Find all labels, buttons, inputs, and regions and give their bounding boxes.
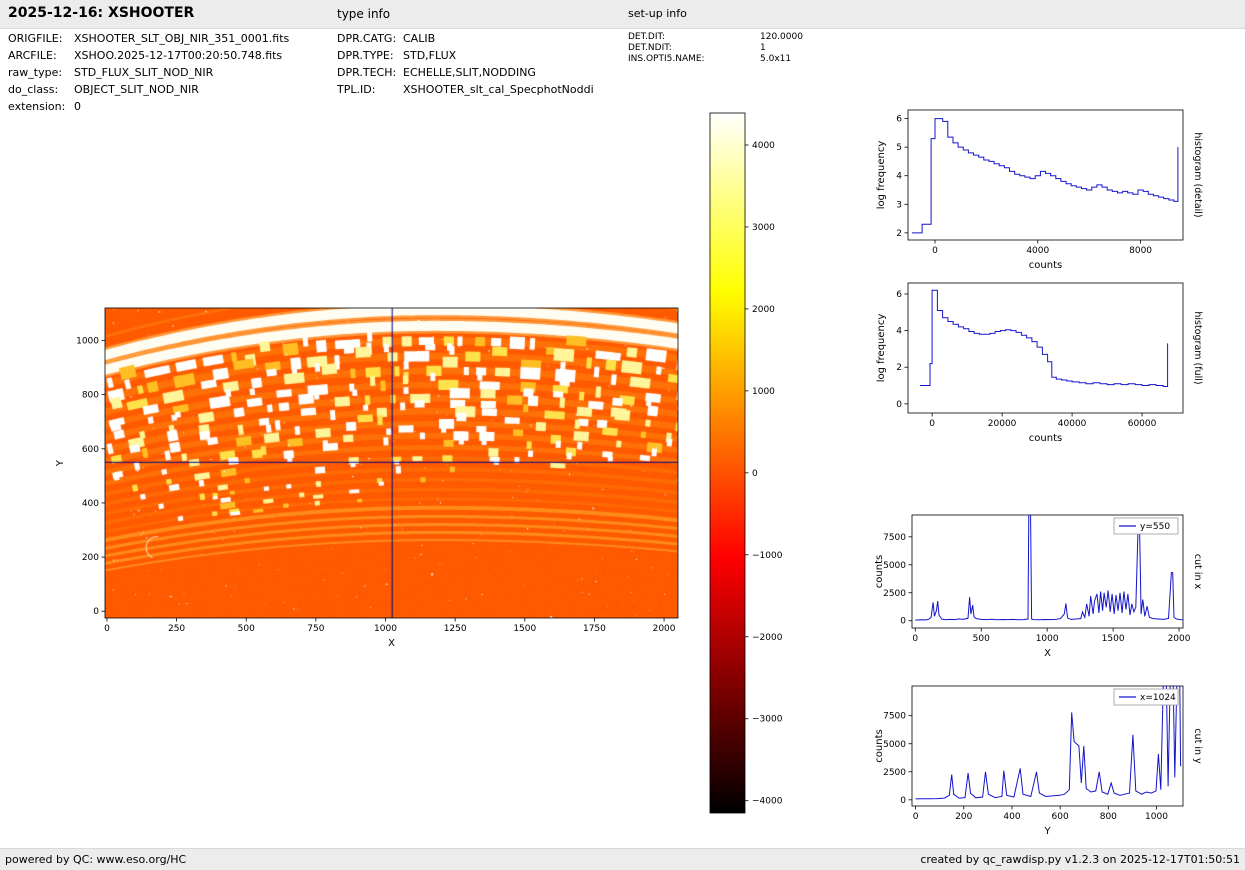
hist-detail-plot: 0 4000 8000 2 3 4 5 6 counts log frequency histogr… [876, 109, 1203, 271]
svg-text:2500: 2500 [883, 589, 906, 599]
plots-area: 0 250 500 750 1000 1250 1500 1750 2000 0 200 400 600… [0, 0, 1245, 870]
svg-text:20000: 20000 [988, 419, 1017, 429]
svg-text:7500: 7500 [883, 533, 906, 543]
svg-text:60000: 60000 [1128, 419, 1157, 429]
svg-text:histogram (full): histogram (full) [1192, 311, 1203, 384]
colorbar-axis: 4000 3000 2000 1000 0 −1000 −2000 −3000 −4000 [709, 112, 783, 814]
svg-text:2500: 2500 [883, 768, 906, 778]
footer-right-text: created by qc_rawdisp.py v1.2.3 on 2025-… [920, 853, 1240, 866]
svg-text:0: 0 [896, 400, 902, 410]
svg-text:histogram (detail): histogram (detail) [1192, 132, 1203, 217]
svg-text:1000: 1000 [76, 336, 99, 346]
svg-text:Y: Y [55, 459, 66, 467]
svg-text:X: X [388, 638, 395, 649]
svg-text:200: 200 [955, 812, 972, 822]
svg-text:4000: 4000 [752, 141, 775, 151]
svg-text:X: X [1044, 648, 1051, 659]
main-image-axes: 0 250 500 750 1000 1250 1500 1750 2000 0 200 400 600… [55, 307, 679, 649]
hist-full-data-line [919, 289, 1169, 387]
svg-text:Y: Y [1043, 826, 1051, 837]
svg-text:600: 600 [1052, 812, 1069, 822]
svg-text:0: 0 [929, 419, 935, 429]
svg-text:counts: counts [874, 555, 885, 588]
svg-text:2000: 2000 [653, 624, 676, 634]
svg-text:6: 6 [896, 290, 902, 300]
svg-text:−1000: −1000 [752, 551, 783, 561]
svg-text:0: 0 [912, 634, 918, 644]
svg-text:cut in y: cut in y [1192, 728, 1203, 764]
svg-text:5000: 5000 [883, 561, 906, 571]
svg-text:2000: 2000 [1168, 634, 1191, 644]
svg-text:0: 0 [900, 796, 906, 806]
svg-text:1500: 1500 [1102, 634, 1125, 644]
svg-text:counts: counts [1029, 260, 1062, 271]
svg-text:600: 600 [82, 445, 99, 455]
svg-text:1000: 1000 [752, 387, 775, 397]
svg-text:log frequency: log frequency [876, 141, 887, 210]
svg-text:−2000: −2000 [752, 633, 783, 643]
svg-text:1250: 1250 [444, 624, 467, 634]
svg-text:3000: 3000 [752, 223, 775, 233]
svg-text:0: 0 [104, 624, 110, 634]
cut-y-data-line [915, 686, 1182, 800]
svg-text:1000: 1000 [374, 624, 397, 634]
cut-x-plot: 0 500 1000 1500 2000 0 2500 5000 7500 Xcounts cut … [874, 514, 1203, 659]
svg-text:−3000: −3000 [752, 715, 783, 725]
svg-text:500: 500 [973, 634, 990, 644]
svg-text:1000: 1000 [1145, 812, 1168, 822]
svg-text:0: 0 [93, 607, 99, 617]
svg-text:4: 4 [896, 327, 902, 337]
cut-y-plot: 0 200 400 600 800 1000 0 2500 5000 7500 Ycounts cut… [874, 685, 1203, 837]
svg-text:1500: 1500 [513, 624, 536, 634]
svg-text:400: 400 [82, 499, 99, 509]
svg-text:400: 400 [1003, 812, 1020, 822]
svg-text:800: 800 [1100, 812, 1117, 822]
svg-text:0: 0 [913, 812, 919, 822]
svg-text:750: 750 [307, 624, 324, 634]
svg-text:250: 250 [168, 624, 185, 634]
svg-text:200: 200 [82, 553, 99, 563]
cut-x-legend-label: y=550 [1140, 522, 1170, 532]
cut-y-legend-label: x=1024 [1140, 693, 1176, 703]
svg-text:5000: 5000 [883, 740, 906, 750]
svg-text:500: 500 [238, 624, 255, 634]
svg-text:40000: 40000 [1058, 419, 1087, 429]
cut-x-data-line [915, 515, 1183, 621]
svg-text:log frequency: log frequency [876, 314, 887, 383]
svg-text:1750: 1750 [583, 624, 606, 634]
svg-text:−4000: −4000 [752, 797, 783, 807]
svg-text:8000: 8000 [1129, 246, 1152, 256]
svg-text:cut in x: cut in x [1192, 554, 1203, 590]
svg-text:0: 0 [900, 617, 906, 627]
svg-text:3: 3 [896, 200, 902, 210]
svg-text:0: 0 [752, 469, 758, 479]
footer-left-text: powered by QC: www.eso.org/HC [5, 853, 187, 866]
svg-text:1000: 1000 [1036, 634, 1059, 644]
svg-text:0: 0 [932, 246, 938, 256]
hist-detail-data-line [911, 118, 1179, 234]
svg-text:counts: counts [874, 729, 885, 762]
hist-full-plot: 0 20000 40000 60000 0 2 4 6 counts log frequency h… [876, 282, 1203, 444]
svg-text:2: 2 [896, 229, 902, 239]
svg-text:6: 6 [896, 115, 902, 125]
svg-text:4000: 4000 [1026, 246, 1049, 256]
svg-text:7500: 7500 [883, 712, 906, 722]
footer-bar: powered by QC: www.eso.org/HC created by… [0, 848, 1245, 870]
qc-rawdisp-page: 2025-12-16: XSHOOTER type info set-up in… [0, 0, 1245, 870]
svg-text:2: 2 [896, 363, 902, 373]
svg-text:2000: 2000 [752, 305, 775, 315]
svg-text:4: 4 [896, 172, 902, 182]
svg-text:counts: counts [1029, 433, 1062, 444]
svg-text:800: 800 [82, 391, 99, 401]
svg-text:5: 5 [896, 143, 902, 153]
